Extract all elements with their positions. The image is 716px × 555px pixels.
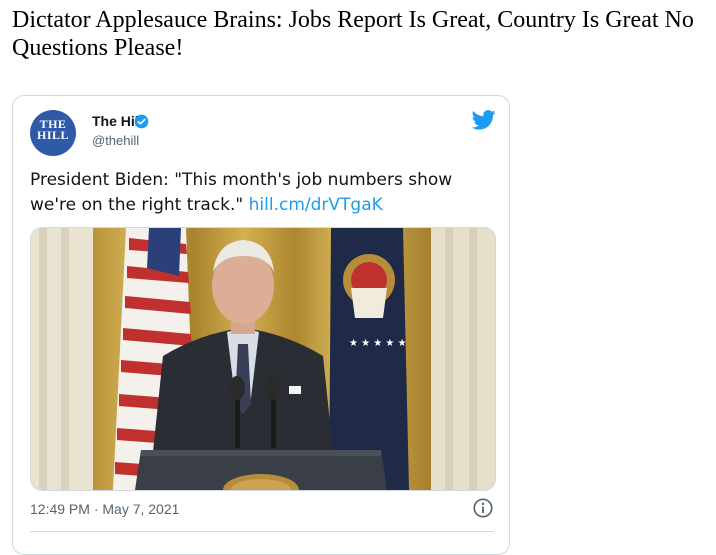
embedded-tweet[interactable]: THE HILL The Hill @thehill President Bide… [12,95,510,555]
author-avatar[interactable]: THE HILL [30,110,76,156]
svg-text:★ ★ ★ ★ ★: ★ ★ ★ ★ ★ [349,338,407,349]
info-icon[interactable] [472,497,494,519]
tweet-video[interactable]: ★ ★ ★ ★ ★ [30,227,496,491]
video-frame: ★ ★ ★ ★ ★ [31,228,495,490]
author-handle[interactable]: @thehill [92,133,139,148]
the-hill-logo: THE HILL [36,117,69,142]
twitter-bird-icon[interactable] [472,110,496,130]
tweet-body: President Biden: "This month's job numbe… [30,170,453,215]
article-headline: Dictator Applesauce Brains: Jobs Report … [12,7,694,61]
tweet-link[interactable]: hill.cm/drVTgaK [249,195,383,215]
tweet-text: President Biden: "This month's job numbe… [30,168,490,218]
podium [135,450,387,490]
tweet-timestamp[interactable]: 12:49 PM · May 7, 2021 [30,501,179,517]
verified-badge-icon [134,114,149,129]
